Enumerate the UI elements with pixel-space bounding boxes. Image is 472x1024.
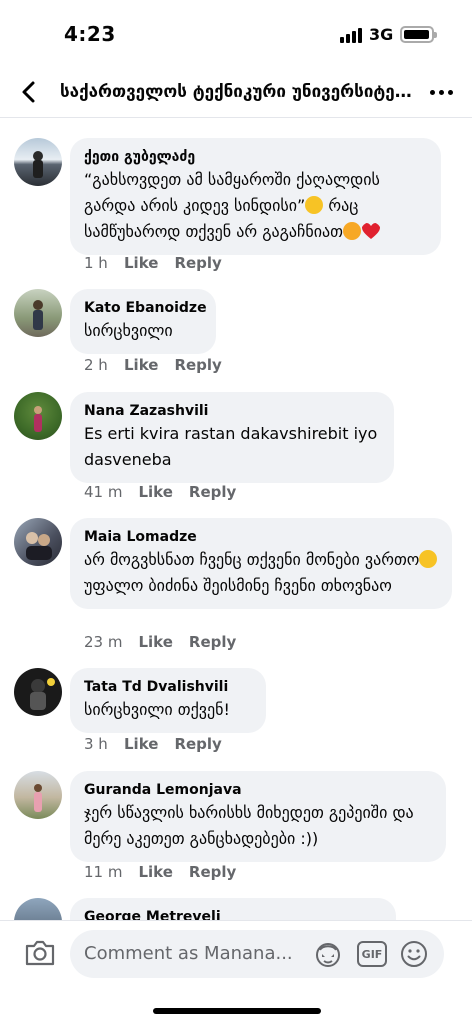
comment-actions: 11 m Like Reply [84, 863, 236, 881]
comment-bubble[interactable]: Maia Lomadze არ მოგვხსნათ ჩვენც თქვენი მ… [70, 518, 452, 609]
like-button[interactable]: Like [124, 735, 158, 753]
avatar[interactable] [14, 771, 62, 819]
comment-composer: Comment as Manana... GIF [0, 920, 472, 990]
comment-actions: 41 m Like Reply [84, 483, 236, 501]
comment-bubble[interactable]: Nana Zazashvili Es erti kvira rastan dak… [70, 392, 394, 483]
winking-face-icon [305, 196, 324, 214]
avatar-sticker-icon [316, 943, 340, 967]
comment-text: Es erti kvira rastan dakavshirebit iyo d… [84, 424, 378, 469]
status-time: 4:23 [64, 22, 116, 46]
reply-button[interactable]: Reply [189, 633, 236, 651]
comment-time: 1 h [84, 254, 108, 272]
smiley-icon [401, 941, 427, 967]
comment-time: 3 h [84, 735, 108, 753]
reply-button[interactable]: Reply [174, 254, 221, 272]
comment-bubble[interactable]: Kato Ebanoidze სირცხვილი [70, 289, 216, 354]
network-type: 3G [369, 25, 394, 44]
avatar[interactable] [14, 138, 62, 186]
comment-author[interactable]: Tata Td Dvalishvili [84, 677, 252, 697]
emoji-button[interactable] [400, 940, 428, 968]
comment-input-placeholder: Comment as Manana... [84, 943, 293, 964]
home-indicator[interactable] [153, 1008, 321, 1014]
comment-text-part: უფალო ბიძინა შეისმინე ჩვენი თხოვნაო [84, 576, 392, 595]
comment-text: “გახსოვდეთ ამ სამყაროში ქაღალდის გარდა ა… [84, 167, 427, 245]
smiling-face-with-hearts-icon [342, 222, 361, 240]
comment-time: 41 m [84, 483, 123, 501]
comment-bubble[interactable]: Tata Td Dvalishvili სირცხვილი თქვენ! [70, 668, 266, 733]
avatar[interactable] [14, 668, 62, 716]
camera-icon [25, 940, 55, 966]
like-button[interactable]: Like [124, 356, 158, 374]
back-button[interactable] [18, 80, 40, 104]
page-title: საქართველოს ტექნიკური უნივერსიტეტ... [60, 82, 412, 102]
battery-icon [400, 26, 437, 43]
comment-actions: 23 m Like Reply [84, 633, 236, 651]
comment-text: სირცხვილი თქვენ! [84, 700, 230, 719]
gif-button[interactable]: GIF [357, 941, 387, 967]
reply-button[interactable]: Reply [189, 483, 236, 501]
comment-author[interactable]: Nana Zazashvili [84, 401, 380, 421]
status-bar: 4:23 3G [0, 0, 472, 66]
avatar[interactable] [14, 289, 62, 337]
comment-time: 2 h [84, 356, 108, 374]
comment-actions: 2 h Like Reply [84, 356, 222, 374]
like-button[interactable]: Like [138, 483, 172, 501]
avatar-sticker-button[interactable] [314, 942, 342, 968]
like-button[interactable]: Like [124, 254, 158, 272]
comment-text: ჯერ სწავლის ხარისხს მიხედეთ გეპეიში და მ… [84, 803, 414, 848]
comment-author[interactable]: Guranda Lemonjava [84, 780, 432, 800]
camera-button[interactable] [24, 939, 56, 967]
page-header: საქართველოს ტექნიკური უნივერსიტეტ... [0, 66, 472, 118]
comment-author[interactable]: ქეთი გუბელაძე [84, 147, 427, 167]
chevron-left-icon [22, 81, 35, 103]
comment-author[interactable]: Kato Ebanoidze [84, 298, 207, 318]
red-heart-icon [361, 223, 380, 239]
comment-bubble[interactable]: Guranda Lemonjava ჯერ სწავლის ხარისხს მი… [70, 771, 446, 862]
like-button[interactable]: Like [138, 863, 172, 881]
comment-time: 23 m [84, 633, 123, 651]
reply-button[interactable]: Reply [189, 863, 236, 881]
reply-button[interactable]: Reply [174, 356, 221, 374]
comment-text: არ მოგვხსნათ ჩვენც თქვენი მონები ვართო უფ… [84, 547, 438, 599]
comment-text: სირცხვილი [84, 321, 173, 340]
comment-bubble[interactable]: ქეთი გუბელაძე “გახსოვდეთ ამ სამყაროში ქა… [70, 138, 441, 255]
avatar[interactable] [14, 518, 62, 566]
comment-actions: 3 h Like Reply [84, 735, 222, 753]
comment-input[interactable]: Comment as Manana... GIF [70, 930, 444, 978]
comment-time: 11 m [84, 863, 123, 881]
avatar[interactable] [14, 392, 62, 440]
grinning-face-icon [419, 550, 438, 568]
reply-button[interactable]: Reply [174, 735, 221, 753]
like-button[interactable]: Like [138, 633, 172, 651]
more-options-button[interactable] [430, 82, 456, 102]
comment-text-part: არ მოგვხსნათ ჩვენც თქვენი მონები ვართო [84, 550, 420, 569]
comment-actions: 1 h Like Reply [84, 254, 222, 272]
signal-icon [340, 27, 364, 43]
comment-author[interactable]: Maia Lomadze [84, 527, 438, 547]
